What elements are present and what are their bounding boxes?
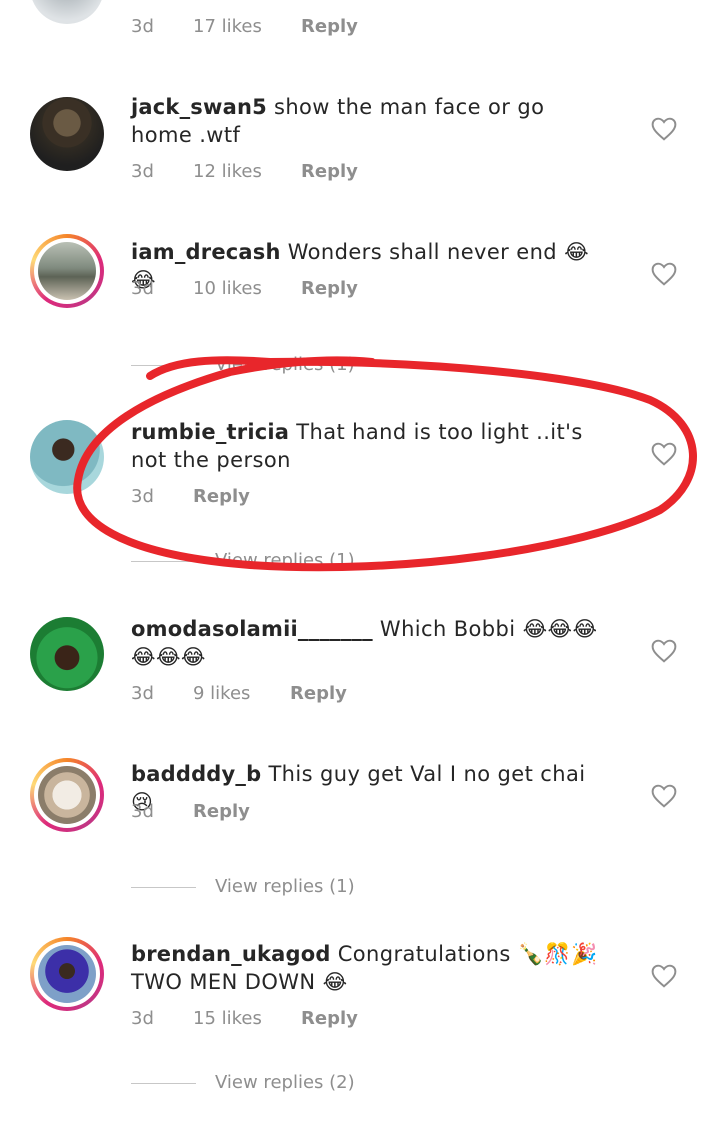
avatar[interactable] xyxy=(30,420,104,494)
comment-username[interactable]: baddddy_b xyxy=(131,762,261,786)
comment-time: 3d xyxy=(131,16,154,37)
comment-time: 3d xyxy=(131,801,154,822)
heart-icon[interactable] xyxy=(651,784,677,808)
avatar[interactable] xyxy=(30,937,104,1011)
reply-button[interactable]: Reply xyxy=(193,486,250,507)
avatar[interactable] xyxy=(30,0,104,24)
comment-likes[interactable]: 12 likes xyxy=(193,161,262,182)
comment-time: 3d xyxy=(131,278,154,299)
reply-button[interactable]: Reply xyxy=(301,161,358,182)
view-replies-label: View replies (1) xyxy=(215,550,355,571)
avatar[interactable] xyxy=(30,97,104,171)
heart-icon[interactable] xyxy=(651,262,677,286)
comment-time: 3d xyxy=(131,486,154,507)
heart-icon[interactable] xyxy=(651,964,677,988)
reply-button[interactable]: Reply xyxy=(301,16,358,37)
heart-icon[interactable] xyxy=(651,639,677,663)
comment-time: 3d xyxy=(131,1008,154,1029)
reply-button[interactable]: Reply xyxy=(301,1008,358,1029)
comment-likes[interactable]: 10 likes xyxy=(193,278,262,299)
avatar[interactable] xyxy=(30,758,104,832)
reply-button[interactable]: Reply xyxy=(193,801,250,822)
comment-username[interactable]: brendan_ukagod xyxy=(131,942,331,966)
view-replies-label: View replies (1) xyxy=(215,354,355,375)
comment-likes[interactable]: 9 likes xyxy=(193,683,250,704)
divider-line xyxy=(131,1083,196,1084)
divider-line xyxy=(131,887,196,888)
heart-icon[interactable] xyxy=(651,442,677,466)
comment-username[interactable]: jack_swan5 xyxy=(131,95,267,119)
view-replies-label: View replies (1) xyxy=(215,876,355,897)
comment-time: 3d xyxy=(131,161,154,182)
heart-icon[interactable] xyxy=(651,117,677,141)
comment-username[interactable]: rumbie_tricia xyxy=(131,420,289,444)
avatar[interactable] xyxy=(30,234,104,308)
avatar[interactable] xyxy=(30,617,104,691)
reply-button[interactable]: Reply xyxy=(301,278,358,299)
comment-likes[interactable]: 17 likes xyxy=(193,16,262,37)
comment-time: 3d xyxy=(131,683,154,704)
comment-username[interactable]: iam_drecash xyxy=(131,240,281,264)
reply-button[interactable]: Reply xyxy=(290,683,347,704)
comment-likes[interactable]: 15 likes xyxy=(193,1008,262,1029)
view-replies-label: View replies (2) xyxy=(215,1072,355,1093)
divider-line xyxy=(131,561,196,562)
comment-username[interactable]: omodasolamii_______ xyxy=(131,617,373,641)
divider-line xyxy=(131,365,196,366)
